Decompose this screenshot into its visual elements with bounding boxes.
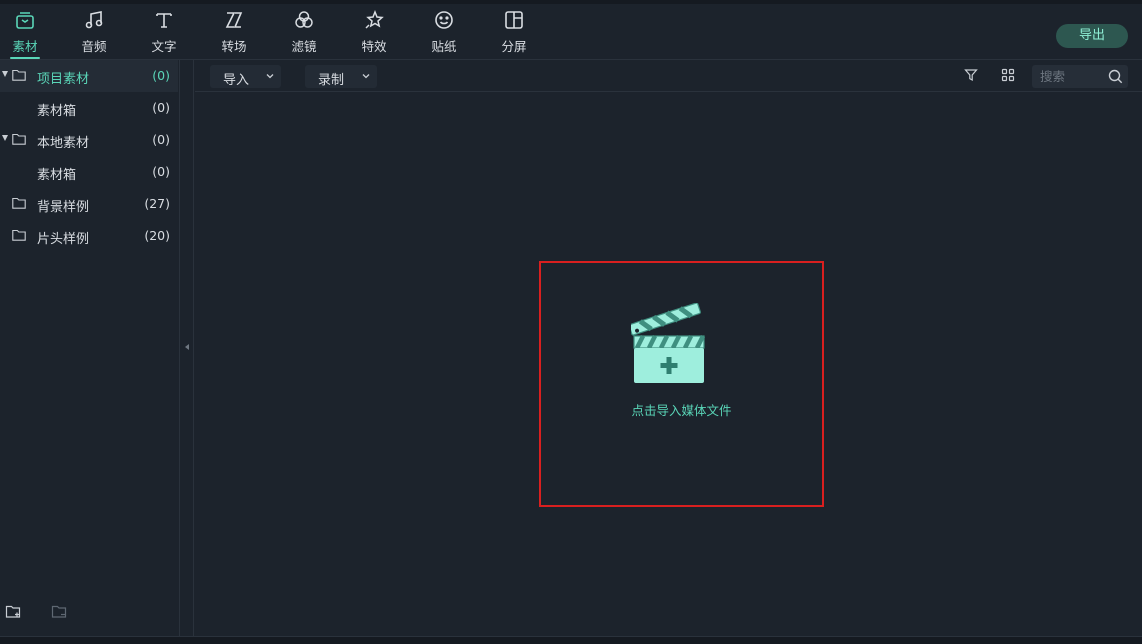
filter-funnel-icon[interactable]: [964, 68, 978, 82]
tab-audio[interactable]: 音频: [69, 4, 119, 60]
sidebar-item-count: (27): [144, 196, 170, 211]
import-dropdown[interactable]: 导入: [210, 65, 281, 88]
tab-filter[interactable]: 滤镜: [279, 4, 329, 60]
expand-arrow-icon[interactable]: [2, 71, 8, 77]
grid-view-icon[interactable]: [1001, 68, 1015, 82]
tab-label: 文字: [151, 39, 177, 54]
tab-text[interactable]: 文字: [139, 4, 189, 60]
music-note-icon: [85, 11, 103, 29]
clapperboard-add-icon: [631, 303, 706, 383]
collapse-arrow-icon: [185, 344, 189, 350]
top-toolbar: 素材 音频 文字 转场 滤镜 特效 贴纸 分屏 导出: [0, 4, 1142, 60]
sidebar-collapse-handle[interactable]: [181, 60, 194, 636]
sidebar-item-label: 本地素材: [37, 136, 90, 151]
chevron-down-icon: [266, 74, 274, 79]
tab-label: 素材: [12, 39, 38, 54]
tab-label: 转场: [221, 39, 247, 54]
tab-transition[interactable]: 转场: [209, 4, 259, 60]
sidebar-item-count: (0): [152, 132, 170, 147]
active-tab-indicator: [10, 57, 40, 59]
tab-effects[interactable]: 特效: [349, 4, 399, 60]
transition-icon: [225, 12, 243, 28]
tab-split-screen[interactable]: 分屏: [489, 4, 539, 60]
import-media-label: 点击导入媒体文件: [631, 403, 732, 418]
record-dropdown[interactable]: 录制: [305, 65, 377, 88]
tab-stickers[interactable]: 贴纸: [419, 4, 469, 60]
sidebar-item-count: (0): [152, 100, 170, 115]
tab-label: 特效: [361, 39, 387, 54]
sidebar-item-count: (20): [144, 228, 170, 243]
folder-icon: [12, 69, 26, 81]
star-effect-icon: [365, 9, 384, 29]
sidebar-item-count: (0): [152, 164, 170, 179]
delete-folder-icon[interactable]: [51, 603, 69, 621]
media-sidebar: 项目素材 (0) 素材箱 (0) 本地素材 (0) 素材箱 (0) 背景样例 (…: [0, 60, 180, 636]
tab-label: 分屏: [501, 39, 527, 54]
sidebar-item-label: 背景样例: [37, 200, 90, 215]
search-input[interactable]: [1032, 65, 1104, 88]
sidebar-item-local-media[interactable]: 本地素材 (0): [0, 124, 178, 156]
folder-icon: [12, 133, 26, 145]
text-icon: [156, 13, 172, 28]
media-subtoolbar: 导入 录制: [195, 60, 1142, 92]
chevron-down-icon: [362, 74, 370, 79]
sidebar-item-local-media-bin[interactable]: 素材箱 (0): [0, 156, 178, 188]
import-label: 导入: [223, 73, 250, 88]
filter-circles-icon: [295, 11, 313, 28]
sidebar-footer: [0, 603, 180, 627]
expand-arrow-icon[interactable]: [2, 135, 8, 141]
import-media-drop-zone[interactable]: 点击导入媒体文件: [539, 261, 824, 507]
sidebar-item-media-bin[interactable]: 素材箱 (0): [0, 92, 178, 124]
export-button[interactable]: 导出: [1056, 24, 1128, 48]
search-box: [1032, 65, 1128, 88]
sidebar-item-count: (0): [152, 68, 170, 83]
folder-icon: [12, 229, 26, 241]
tab-label: 滤镜: [291, 39, 317, 54]
window-bottom-edge: [0, 636, 1142, 644]
sticker-smiley-icon: [435, 11, 453, 29]
tab-label: 贴纸: [431, 39, 457, 54]
folder-icon: [12, 197, 26, 209]
search-icon[interactable]: [1108, 69, 1123, 84]
sidebar-item-label: 项目素材: [37, 72, 90, 87]
sidebar-item-label: 片头样例: [37, 232, 90, 247]
sidebar-item-label: 素材箱: [37, 168, 77, 183]
split-screen-icon: [505, 11, 523, 29]
sidebar-item-label: 素材箱: [37, 104, 77, 119]
new-folder-icon[interactable]: [5, 603, 23, 621]
record-label: 录制: [318, 73, 345, 88]
tab-media[interactable]: 素材: [0, 4, 50, 60]
media-icon: [16, 12, 34, 29]
sidebar-item-background-samples[interactable]: 背景样例 (27): [0, 188, 178, 220]
sidebar-item-project-media[interactable]: 项目素材 (0): [0, 60, 178, 92]
sidebar-item-intro-samples[interactable]: 片头样例 (20): [0, 220, 178, 252]
tab-label: 音频: [81, 39, 107, 54]
